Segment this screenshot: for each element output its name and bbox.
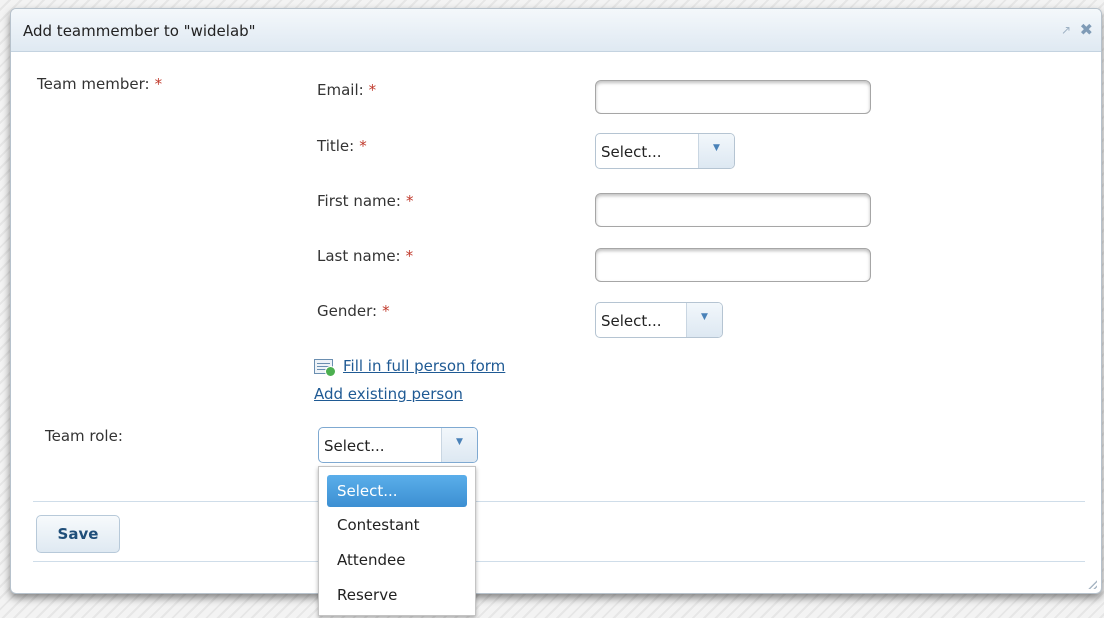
close-icon[interactable]: ✖: [1080, 20, 1093, 39]
team-role-select[interactable]: Select... ▼: [318, 427, 478, 463]
dialog-title: Add teammember to "widelab": [23, 22, 256, 40]
add-teammember-dialog: Add teammember to "widelab" ↗ ✖ Team mem…: [10, 8, 1102, 594]
gender-select-dropdown-button[interactable]: ▼: [686, 303, 722, 337]
gender-select-value: Select...: [601, 312, 662, 330]
team-role-label: Team role:: [45, 427, 123, 445]
popout-icon[interactable]: ↗: [1061, 23, 1071, 37]
separator-top: [33, 501, 1085, 502]
chevron-down-icon: ▼: [456, 437, 463, 447]
gender-label: Gender: *: [317, 302, 390, 320]
save-button[interactable]: Save: [36, 515, 120, 553]
team-role-select-dropdown-button[interactable]: ▼: [441, 428, 477, 462]
email-field[interactable]: [595, 80, 871, 114]
chevron-down-icon: ▼: [713, 143, 720, 153]
required-mark: *: [359, 137, 367, 155]
team-member-label-text: Team member:: [37, 75, 150, 93]
title-label: Title: *: [317, 137, 367, 155]
team-member-label: Team member: *: [37, 75, 162, 93]
email-label-text: Email:: [317, 81, 364, 99]
dialog-titlebar: Add teammember to "widelab" ↗ ✖: [11, 9, 1101, 52]
fill-full-person-form-link[interactable]: Fill in full person form: [343, 357, 505, 375]
required-mark: *: [405, 192, 414, 210]
dropdown-option-contestant[interactable]: Contestant: [327, 509, 467, 541]
title-label-text: Title:: [317, 137, 355, 155]
first-name-label-text: First name:: [317, 192, 401, 210]
required-mark: *: [154, 75, 163, 93]
required-mark: *: [382, 302, 390, 320]
add-existing-person-link[interactable]: Add existing person: [314, 385, 463, 403]
gender-label-text: Gender:: [317, 302, 378, 320]
first-name-field[interactable]: [595, 193, 871, 227]
last-name-field[interactable]: [595, 248, 871, 282]
team-role-label-text: Team role:: [45, 427, 123, 445]
resize-grip-icon[interactable]: [1087, 579, 1097, 589]
last-name-label-text: Last name:: [317, 247, 401, 265]
dropdown-option-select[interactable]: Select...: [327, 475, 467, 507]
last-name-label: Last name: *: [317, 247, 413, 265]
email-label: Email: *: [317, 81, 376, 99]
chevron-down-icon: ▼: [701, 312, 708, 322]
person-form-icon[interactable]: [314, 359, 336, 377]
dropdown-option-attendee[interactable]: Attendee: [327, 544, 467, 576]
team-role-dropdown-list: Select... Contestant Attendee Reserve: [318, 466, 476, 616]
gender-select[interactable]: Select... ▼: [595, 302, 723, 338]
separator-bottom: [33, 561, 1085, 562]
team-role-select-value: Select...: [324, 437, 385, 455]
title-select-dropdown-button[interactable]: ▼: [698, 134, 734, 168]
dropdown-option-reserve[interactable]: Reserve: [327, 579, 467, 611]
title-select-value: Select...: [601, 143, 662, 161]
first-name-label: First name: *: [317, 192, 413, 210]
required-mark: *: [368, 81, 377, 99]
required-mark: *: [405, 247, 414, 265]
title-select[interactable]: Select... ▼: [595, 133, 735, 169]
